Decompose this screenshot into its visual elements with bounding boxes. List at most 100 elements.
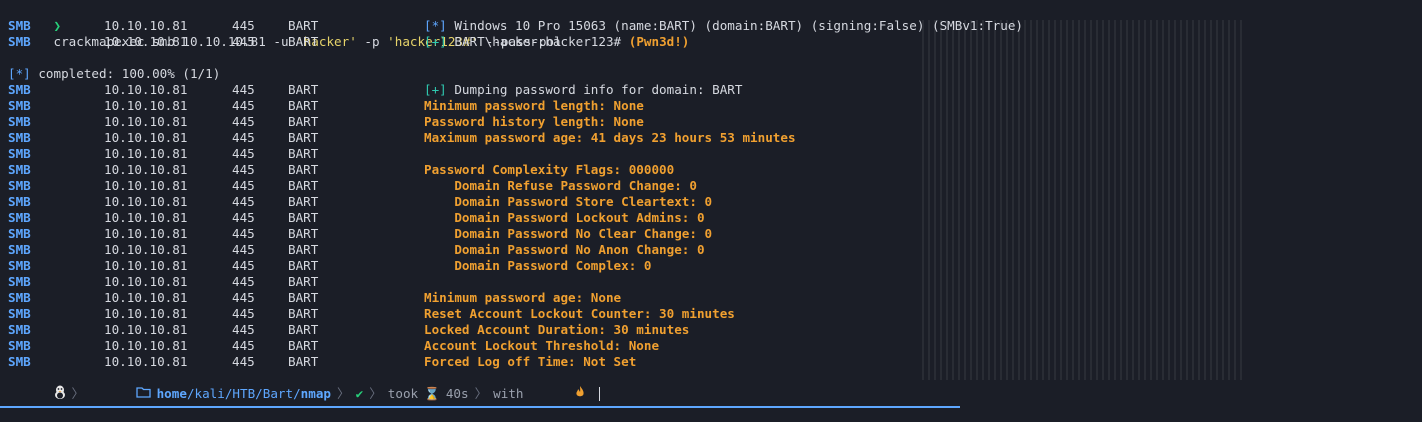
ip-cell: 10.10.10.81 (104, 210, 188, 225)
output-row: SMB 10.10.10.81 445 BART Reset Account Locko… (8, 306, 735, 322)
message-text: Password history length: None (424, 114, 644, 129)
ip-cell: 10.10.10.81 (104, 82, 188, 97)
hostname-cell: BART (288, 210, 319, 225)
message-text: Domain Password Store Cleartext: 0 (424, 194, 713, 209)
ip-cell: 10.10.10.81 (104, 290, 188, 305)
output-row: SMB 10.10.10.81 445 BART Domain Password No… (8, 226, 712, 242)
message-text: Account Lockout Threshold: None (424, 338, 660, 353)
protocol-cell: SMB (8, 194, 31, 209)
background-ascii-art (922, 20, 1242, 380)
message-text: Minimum password length: None (424, 98, 644, 113)
protocol-cell: SMB (8, 18, 31, 33)
segment-separator: 〉 (369, 386, 382, 401)
hostname-cell: BART (288, 18, 319, 33)
message-text: Locked Account Duration: 30 minutes (424, 322, 690, 337)
hostname-cell: BART (288, 82, 319, 97)
message-cell: Password history length: None (424, 114, 644, 130)
protocol-cell: SMB (8, 322, 31, 337)
output-row: SMB 10.10.10.81 445 BART (8, 274, 562, 290)
protocol-cell: SMB (8, 130, 31, 145)
path-current-dir: nmap (300, 386, 332, 401)
hostname-cell: BART (288, 354, 319, 369)
port-cell: 445 (232, 290, 255, 305)
hourglass-icon: ⌛ (424, 386, 440, 401)
message-cell: Domain Password Lockout Admins: 0 (424, 210, 704, 226)
hostname-cell: BART (288, 338, 319, 353)
command-line: ❯ crackmapexec smb 10.10.10.81 -u 'hacke… (8, 2, 562, 49)
hostname-cell: BART (288, 130, 319, 145)
output-row: SMB 10.10.10.81 445 BART Domain Refuse Pass… (8, 178, 697, 194)
ip-cell: 10.10.10.81 (104, 18, 188, 33)
message-cell: Minimum password length: None (424, 98, 644, 114)
output-row: SMB 10.10.10.81 445 BART Domain Password No… (8, 242, 705, 258)
segment-separator: 〉 (337, 386, 350, 401)
protocol-cell: SMB (8, 82, 31, 97)
path-home: home (156, 386, 187, 401)
hostname-cell: BART (288, 34, 319, 49)
hostname-cell: BART (288, 226, 319, 241)
message-cell: Maximum password age: 41 days 23 hours 5… (424, 130, 796, 146)
status-tag: [*] (8, 66, 31, 81)
hostname-cell: BART (288, 178, 319, 193)
port-cell: 445 (232, 82, 255, 97)
ip-cell: 10.10.10.81 (104, 34, 188, 49)
port-cell: 445 (232, 226, 255, 241)
message-tag: [+] (424, 34, 447, 49)
status-text: completed: 100.00% (1/1) (30, 66, 221, 81)
output-row: SMB 10.10.10.81 445 BART Minimum password le… (8, 98, 644, 114)
output-row: SMB 10.10.10.81 445 BART Account Lockout Thr… (8, 338, 659, 354)
message-cell: Domain Password Store Cleartext: 0 (424, 194, 712, 210)
port-cell: 445 (232, 162, 255, 177)
segment-separator: 〉 (474, 386, 488, 401)
protocol-cell: SMB (8, 306, 31, 321)
port-cell: 445 (232, 338, 255, 353)
terminal-window[interactable]: ❯ crackmapexec smb 10.10.10.81 -u 'hacke… (0, 0, 1422, 412)
protocol-cell: SMB (8, 210, 31, 225)
hostname-cell: BART (288, 146, 319, 161)
port-cell: 445 (232, 306, 255, 321)
hostname-cell: BART (288, 258, 319, 273)
message-text: Domain Password No Anon Change: 0 (424, 242, 705, 257)
port-cell: 445 (232, 98, 255, 113)
terminal-scroll-indicator (0, 406, 960, 408)
hostname-cell: BART (288, 306, 319, 321)
message-cell: [+] Dumping password info for domain: BA… (424, 82, 742, 98)
ip-cell: 10.10.10.81 (104, 258, 188, 273)
message-cell: Account Lockout Threshold: None (424, 338, 659, 354)
protocol-cell: SMB (8, 98, 31, 113)
hostname-cell: BART (288, 162, 319, 177)
success-check-icon: ✔ (355, 386, 364, 401)
port-cell: 445 (232, 322, 255, 337)
ip-cell: 10.10.10.81 (104, 146, 188, 161)
output-row: SMB 10.10.10.81 445 BART [+] BART\hacker:hac… (8, 34, 689, 50)
message-tag: [*] (424, 18, 447, 33)
port-cell: 445 (232, 210, 255, 225)
hostname-cell: BART (288, 274, 319, 289)
hostname-cell: BART (288, 114, 319, 129)
hostname-cell: BART (288, 322, 319, 337)
took-value: 40s (445, 386, 469, 401)
port-cell: 445 (232, 114, 255, 129)
ip-cell: 10.10.10.81 (104, 162, 188, 177)
message-cell: Reset Account Lockout Counter: 30 minute… (424, 306, 735, 322)
ip-cell: 10.10.10.81 (104, 322, 188, 337)
message-cell: Minimum password age: None (424, 290, 621, 306)
ip-cell: 10.10.10.81 (104, 306, 188, 321)
protocol-cell: SMB (8, 290, 31, 305)
text-cursor[interactable] (599, 387, 601, 401)
message-tag: [+] (424, 82, 447, 97)
ip-cell: 10.10.10.81 (104, 338, 188, 353)
message-cell: Domain Refuse Password Change: 0 (424, 178, 697, 194)
message-text: Domain Password No Clear Change: 0 (424, 226, 713, 241)
message-text: Domain Refuse Password Change: 0 (424, 178, 697, 193)
message-text: Minimum password age: None (424, 290, 622, 305)
protocol-cell: SMB (8, 226, 31, 241)
message-text: BART\hacker:hacker123# (446, 34, 629, 49)
ip-cell: 10.10.10.81 (104, 226, 188, 241)
ip-cell: 10.10.10.81 (104, 178, 188, 193)
ip-cell: 10.10.10.81 (104, 242, 188, 257)
message-text: Windows 10 Pro 15063 (name:BART) (domain… (446, 18, 1023, 33)
message-text: Domain Password Complex: 0 (424, 258, 652, 273)
flame-icon (530, 367, 586, 421)
